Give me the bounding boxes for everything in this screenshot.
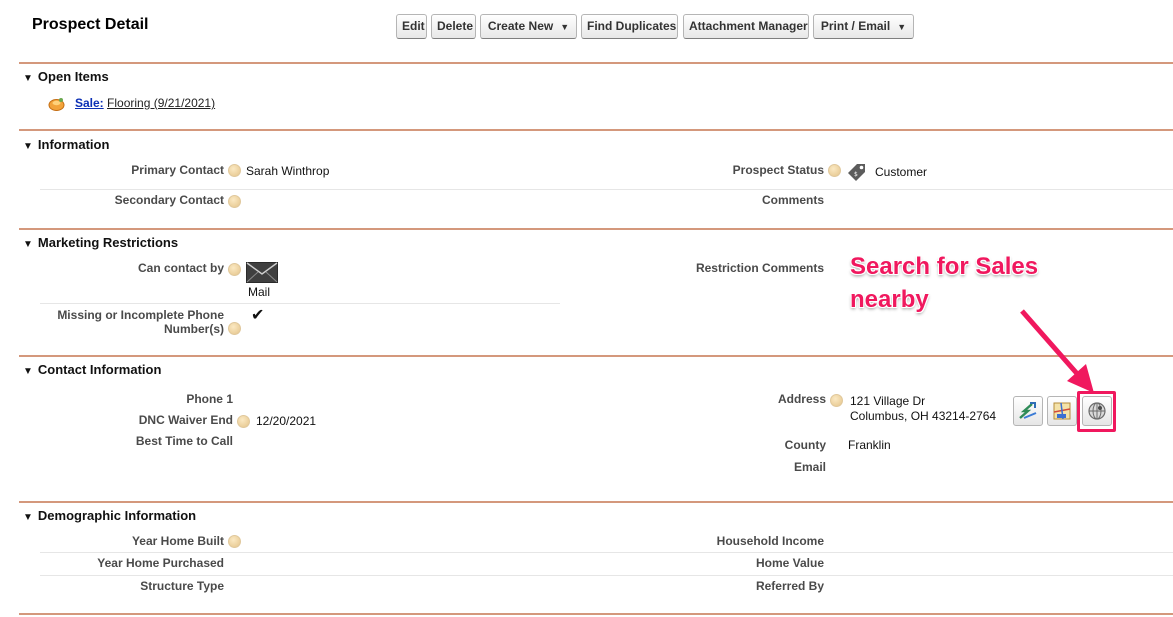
section-divider	[19, 62, 1173, 64]
help-icon[interactable]	[228, 195, 241, 208]
prospect-status-value: Customer	[875, 165, 928, 179]
contact-information-header[interactable]: ▼ Contact Information	[23, 362, 161, 377]
county-value: Franklin	[848, 438, 891, 452]
dnc-waiver-end-value: 12/20/2021	[256, 414, 317, 428]
open-item-sale-link[interactable]: Sale: Flooring (9/21/2021)	[75, 96, 215, 110]
missing-phone-label-line2: Number(s)	[163, 322, 224, 336]
can-contact-by-label: Can contact by	[137, 261, 224, 275]
sale-type-label: Sale:	[75, 96, 104, 110]
year-home-built-label: Year Home Built	[131, 534, 224, 548]
missing-phone-label-line1: Missing or Incomplete Phone	[57, 308, 224, 322]
create-new-label: Create New	[487, 19, 554, 33]
section-divider	[19, 228, 1173, 230]
primary-contact-label: Primary Contact	[131, 163, 224, 177]
attachment-manager-button[interactable]: Attachment Manager	[683, 14, 809, 39]
information-title: Information	[37, 137, 110, 152]
help-icon[interactable]	[228, 164, 241, 177]
help-icon[interactable]	[237, 415, 250, 428]
map-button[interactable]	[1047, 396, 1077, 426]
dnc-waiver-end-label: DNC Waiver End	[138, 413, 233, 427]
open-items-title: Open Items	[37, 69, 109, 84]
annotation-highlight-box	[1077, 391, 1116, 432]
annotation-arrow-icon	[1020, 309, 1094, 393]
structure-type-label: Structure Type	[140, 579, 224, 593]
primary-contact-value: Sarah Winthrop	[246, 164, 330, 178]
page-title: Prospect Detail	[32, 16, 149, 33]
directions-icon	[1019, 402, 1037, 419]
find-duplicates-button[interactable]: Find Duplicates	[581, 14, 678, 39]
help-icon[interactable]	[228, 535, 241, 548]
caret-down-icon: ▼	[560, 22, 570, 32]
help-icon[interactable]	[828, 164, 841, 177]
section-divider	[19, 501, 1173, 503]
help-icon[interactable]	[228, 322, 241, 335]
marketing-restrictions-title: Marketing Restrictions	[37, 235, 179, 250]
email-label: Email	[793, 460, 826, 474]
collapse-triangle-icon: ▼	[23, 73, 33, 84]
delete-button[interactable]: Delete	[431, 14, 476, 39]
directions-button[interactable]	[1013, 396, 1043, 426]
phone-1-label: Phone 1	[186, 392, 233, 406]
map-icon	[1053, 402, 1071, 420]
year-home-purchased-label: Year Home Purchased	[97, 556, 224, 570]
checkmark-icon: ✔	[251, 307, 265, 324]
help-icon[interactable]	[228, 263, 241, 276]
edit-button[interactable]: Edit	[396, 14, 427, 39]
row-separator	[40, 575, 1173, 576]
create-new-button[interactable]: Create New ▼	[480, 14, 577, 39]
county-label: County	[784, 438, 826, 452]
section-divider	[19, 129, 1173, 131]
row-separator	[40, 552, 1173, 553]
svg-text:$: $	[854, 171, 858, 178]
missing-phone-label: Missing or Incomplete Phone Number(s)	[20, 308, 224, 336]
collapse-triangle-icon: ▼	[23, 366, 33, 377]
address-line-1: 121 Village Dr	[850, 394, 926, 408]
section-divider	[19, 613, 1173, 615]
home-value-label: Home Value	[755, 556, 824, 570]
demographic-information-title: Demographic Information	[37, 508, 197, 523]
collapse-triangle-icon: ▼	[23, 141, 33, 152]
information-header[interactable]: ▼ Information	[23, 137, 109, 152]
referred-by-label: Referred By	[755, 579, 824, 593]
marketing-restrictions-header[interactable]: ▼ Marketing Restrictions	[23, 235, 178, 250]
section-divider	[19, 355, 1173, 357]
prospect-status-label: Prospect Status	[732, 163, 824, 177]
caret-down-icon: ▼	[897, 22, 907, 32]
open-items-header[interactable]: ▼ Open Items	[23, 69, 109, 84]
sale-description: Flooring (9/21/2021)	[107, 96, 216, 110]
restriction-comments-label: Restriction Comments	[695, 261, 824, 275]
address-label: Address	[777, 392, 826, 406]
print-email-label: Print / Email	[820, 19, 891, 33]
row-separator	[40, 303, 560, 304]
demographic-information-header[interactable]: ▼ Demographic Information	[23, 508, 196, 523]
help-icon[interactable]	[830, 394, 843, 407]
collapse-triangle-icon: ▼	[23, 512, 33, 523]
address-line-2: Columbus, OH 43214-2764	[850, 409, 997, 423]
comments-label: Comments	[761, 193, 824, 207]
tag-icon: $	[846, 162, 868, 185]
collapse-triangle-icon: ▼	[23, 239, 33, 250]
address-value: 121 Village Dr Columbus, OH 43214-2764	[850, 394, 996, 424]
household-income-label: Household Income	[716, 534, 824, 548]
can-contact-by-value: Mail	[248, 285, 271, 299]
print-email-button[interactable]: Print / Email ▼	[813, 14, 914, 39]
row-separator	[40, 189, 1173, 190]
secondary-contact-label: Secondary Contact	[114, 193, 224, 207]
mail-icon	[246, 262, 278, 286]
best-time-to-call-label: Best Time to Call	[135, 434, 233, 448]
sale-icon	[48, 97, 65, 114]
contact-information-title: Contact Information	[37, 362, 162, 377]
